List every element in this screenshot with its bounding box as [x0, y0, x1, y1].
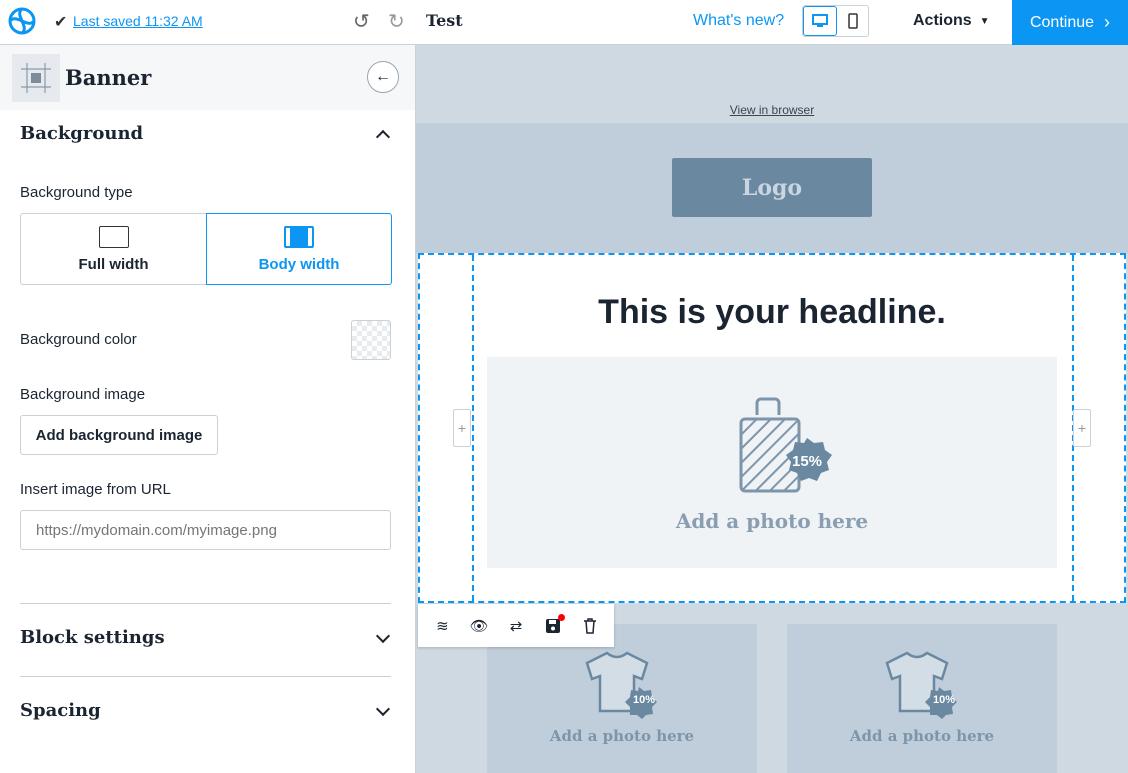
discount-badge: 10% — [632, 694, 656, 706]
top-bar: ✔ Last saved 11:32 AM ↺ ↻ Test What's ne… — [0, 0, 1128, 45]
divider — [20, 603, 391, 604]
block-settings-title: Block settings — [20, 627, 165, 648]
background-color-swatch[interactable] — [351, 320, 391, 360]
actions-menu[interactable]: Actions ▼ — [913, 12, 990, 30]
sync-icon[interactable]: ⇄ — [506, 616, 526, 636]
spacing-title: Spacing — [20, 700, 101, 721]
panel-title: Banner — [65, 65, 152, 90]
block-settings-section-header[interactable]: Block settings — [20, 627, 392, 648]
device-toggle — [802, 5, 869, 37]
save-block-button[interactable] — [543, 613, 565, 636]
view-in-browser-link[interactable]: View in browser — [416, 103, 1128, 117]
floppy-disk-icon — [545, 618, 560, 633]
tshirt-icon — [585, 651, 657, 719]
chevron-right-icon: › — [1104, 12, 1111, 32]
redo-icon[interactable]: ↻ — [388, 9, 405, 34]
banner-block-icon — [12, 54, 60, 102]
body-width-label: Body width — [258, 255, 340, 273]
header-block[interactable]: Logo — [416, 123, 1128, 253]
continue-label: Continue — [1029, 13, 1095, 31]
chevron-up-icon — [375, 129, 391, 144]
photo-placeholder[interactable]: 15% Add a photo here — [487, 357, 1057, 568]
add-right-column-button[interactable]: + — [1073, 409, 1091, 447]
headline[interactable]: This is your headline. — [420, 293, 1124, 332]
add-photo-text: Add a photo here — [675, 509, 869, 533]
eye-icon[interactable]: 👁 — [469, 616, 489, 636]
discount-badge: 10% — [932, 694, 956, 706]
panel-header: Banner ← — [0, 45, 415, 110]
email-canvas: View in browser Logo This is your headli… — [416, 45, 1128, 773]
desktop-view-button[interactable] — [803, 6, 837, 36]
spacing-section-header[interactable]: Spacing — [20, 700, 392, 721]
body-width-option[interactable]: Body width — [206, 213, 392, 285]
back-button[interactable]: ← — [367, 61, 399, 93]
undo-icon[interactable]: ↺ — [353, 9, 370, 34]
add-background-image-button[interactable]: Add background image — [20, 415, 218, 455]
image-url-input[interactable] — [20, 510, 391, 550]
document-title[interactable]: Test — [426, 11, 463, 30]
mobile-view-button[interactable] — [837, 6, 868, 36]
shopping-bag-icon — [739, 397, 832, 493]
background-color-label: Background color — [20, 331, 137, 348]
whats-new-link[interactable]: What's new? — [693, 12, 784, 30]
continue-button[interactable]: Continue › — [1012, 0, 1128, 45]
full-width-option[interactable]: Full width — [20, 213, 206, 285]
arrow-left-icon: ← — [375, 68, 391, 85]
add-left-column-button[interactable]: + — [453, 409, 471, 447]
product-card[interactable]: 10% Add a photo here — [787, 624, 1057, 773]
desktop-icon — [812, 14, 828, 27]
background-section-header[interactable]: Background — [20, 123, 392, 144]
divider — [20, 676, 391, 677]
block-toolbar: ≋ 👁 ⇄ — [418, 604, 614, 647]
unsaved-dot — [557, 613, 565, 621]
last-saved-link[interactable]: Last saved 11:32 AM — [73, 13, 203, 29]
mobile-icon — [847, 13, 858, 29]
caret-down-icon: ▼ — [979, 15, 990, 27]
trash-icon[interactable] — [580, 616, 600, 636]
settings-panel: Banner ← Background Background type Full… — [0, 45, 416, 773]
banner-block-selected[interactable]: This is your headline. 15% Add a photo h… — [418, 253, 1126, 603]
body-width-icon — [284, 225, 314, 248]
chevron-down-icon — [375, 628, 391, 643]
discount-badge: 15% — [791, 453, 823, 470]
background-section-title: Background — [20, 123, 144, 144]
sendinblue-logo-icon[interactable] — [6, 5, 38, 37]
add-layer-icon[interactable]: ≋ — [432, 616, 452, 636]
tshirt-icon — [885, 651, 957, 719]
add-photo-text: Add a photo here — [849, 727, 995, 745]
check-icon: ✔ — [54, 14, 68, 31]
chevron-down-icon — [375, 701, 391, 716]
background-type-label: Background type — [20, 184, 133, 201]
full-width-label: Full width — [78, 255, 149, 273]
insert-url-label: Insert image from URL — [20, 481, 171, 498]
background-image-label: Background image — [20, 386, 146, 403]
logo-placeholder[interactable]: Logo — [672, 158, 872, 217]
actions-label: Actions — [913, 12, 972, 29]
full-width-icon — [98, 225, 129, 248]
add-photo-text: Add a photo here — [549, 727, 695, 745]
